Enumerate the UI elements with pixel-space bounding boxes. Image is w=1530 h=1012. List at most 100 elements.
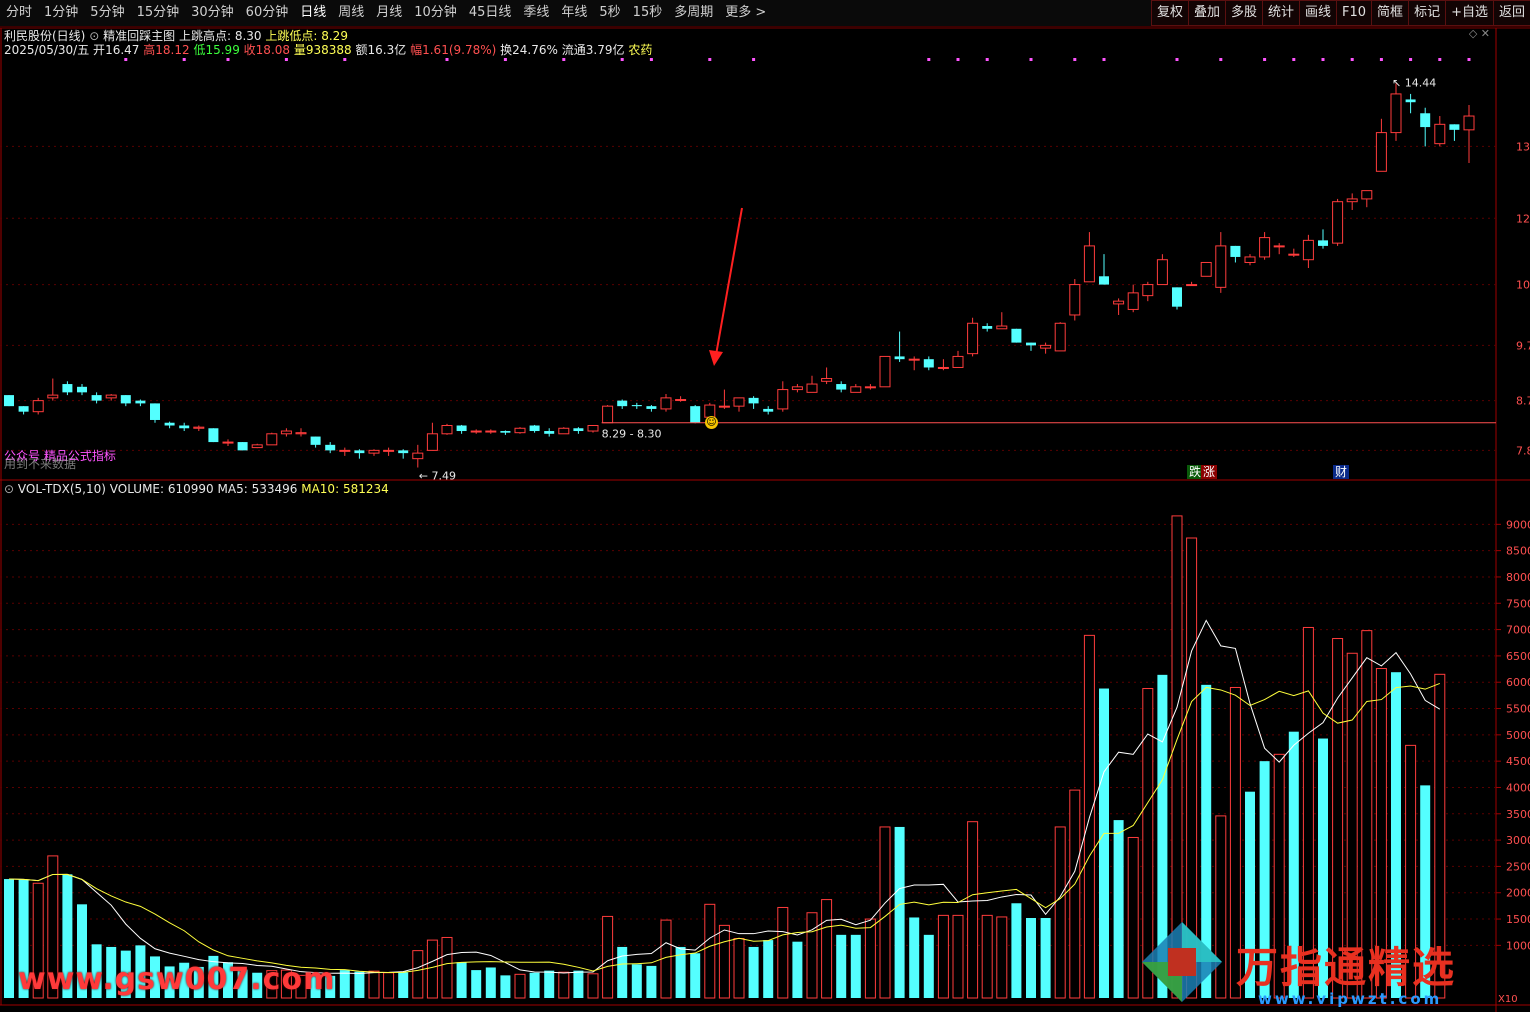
gap-range-label: 8.29 - 8.30 <box>602 428 662 441</box>
volume-bar-up <box>996 916 1008 999</box>
volume-bar-up <box>1054 826 1066 999</box>
candle-body-up <box>821 378 833 382</box>
candle-body-up <box>1083 245 1095 283</box>
volume-bar-up <box>704 903 716 999</box>
volume-toggle-icon[interactable]: ⊙ <box>4 482 14 496</box>
candle-body-up <box>266 433 278 446</box>
signal-dot <box>445 58 449 61</box>
volume-axis-label: 5000 <box>1506 729 1530 742</box>
candle-body-up <box>251 444 263 449</box>
candle-body-up <box>967 322 979 355</box>
volume-bar-down <box>339 970 350 998</box>
arrow-shaft <box>715 207 743 356</box>
candle-body-up <box>1434 123 1446 145</box>
volume-bar-down <box>617 946 628 998</box>
candle-body-up <box>485 430 497 433</box>
candle-body-down <box>91 395 102 401</box>
candle-body-up <box>791 386 803 391</box>
volume-bar-down <box>894 826 905 998</box>
candle-body-down <box>62 384 73 393</box>
signal-dot <box>752 58 756 61</box>
volume-bar-up <box>441 936 453 999</box>
signal-dot <box>1102 58 1106 61</box>
volume-axis-label: 3500 <box>1506 808 1530 821</box>
volume-bar-up <box>602 915 614 999</box>
badge-rise[interactable]: 涨 <box>1201 465 1218 479</box>
candle-body-down <box>310 436 321 445</box>
volume-bar-down <box>1113 820 1124 998</box>
candle-body-up <box>47 394 59 399</box>
volume-bar-up <box>514 973 526 999</box>
volume-bar-down <box>1040 918 1051 998</box>
volume-bar-up <box>718 924 730 999</box>
candle-body-up <box>514 427 526 434</box>
watermark-left: www.gsw007.com <box>18 962 336 997</box>
volume-bar-down <box>763 940 774 998</box>
kline-chart[interactable]: 13.3 12.0 10.8 9.7 8.7 7.8 9000 8500 8000 7500 700… <box>0 0 1530 1012</box>
candle-body-down <box>208 428 219 443</box>
volume-label-text: VOLUME: <box>109 482 165 496</box>
volume-bar-down <box>4 879 14 998</box>
candle-body-up <box>280 430 292 435</box>
candle-body-down <box>500 431 511 433</box>
signal-dot <box>708 58 712 61</box>
candle-body-up <box>295 432 307 435</box>
smiley-icon[interactable]: ☺ <box>705 416 718 429</box>
candle-body-up <box>412 452 424 460</box>
volume-bar-up <box>1069 789 1081 999</box>
volume-bar-down <box>631 964 642 998</box>
candle-body-down <box>354 450 365 454</box>
volume-axis-label: 5500 <box>1506 703 1530 716</box>
candle-body-down <box>150 403 160 420</box>
volume-bar-down <box>1099 688 1109 998</box>
volume-value-text: 610990 <box>167 482 214 496</box>
volume-axis-label: 3000 <box>1506 834 1530 847</box>
signal-dot <box>1321 58 1325 61</box>
candle-body-up <box>718 405 730 408</box>
volume-bar-down <box>646 965 657 998</box>
volume-bar-up <box>412 950 424 999</box>
candle-body-up <box>1288 253 1300 256</box>
candle-body-down <box>617 400 628 407</box>
candle-body-up <box>587 425 599 432</box>
candle-body-up <box>850 386 862 393</box>
candle-body-up <box>908 358 920 361</box>
candle-body-up <box>1259 237 1271 258</box>
candle-body-up <box>105 394 117 399</box>
volume-bar-down <box>471 970 482 998</box>
signal-dot <box>1467 58 1471 61</box>
volume-bar-up <box>952 914 964 999</box>
signal-dot <box>284 58 288 61</box>
watermark-url: www.vipwzt.com <box>1258 990 1443 1008</box>
signal-dot <box>1175 58 1179 61</box>
volume-bar-down <box>398 972 409 998</box>
candle-body-up <box>32 400 44 413</box>
price-axis-label: 10.8 <box>1516 279 1530 292</box>
candle-body-down <box>456 425 467 432</box>
volume-axis-label: 1500 <box>1506 913 1530 926</box>
candle-body-up <box>1361 190 1373 200</box>
volume-bar-up <box>806 912 818 999</box>
candle-body-up <box>1040 344 1052 349</box>
volume-axis-label: 4000 <box>1506 781 1530 794</box>
candle-body-up <box>1375 132 1387 172</box>
volume-panel-header: ⊙ VOL-TDX(5,10) VOLUME: 610990 MA5: 5334… <box>4 482 389 496</box>
volume-axis-label: 2000 <box>1506 887 1530 900</box>
volume-axis-label: 4500 <box>1506 755 1530 768</box>
signal-dot <box>124 58 128 61</box>
candle-body-up <box>1113 300 1125 305</box>
candle-body-up <box>1390 93 1402 134</box>
candle-body-down <box>763 408 774 412</box>
candle-body-up <box>383 449 395 452</box>
candle-body-up <box>1200 261 1212 277</box>
candle-body-down <box>120 395 131 404</box>
candle-body-down <box>135 400 146 404</box>
signal-dot <box>1292 58 1296 61</box>
badge-finance[interactable]: 财 <box>1333 465 1350 479</box>
signal-dot <box>182 58 186 61</box>
candle-body-up <box>1069 284 1081 316</box>
volume-axis-label: 7000 <box>1506 624 1530 637</box>
volume-title[interactable]: VOL-TDX(5,10) <box>18 482 106 496</box>
min-price-label: ← 7.49 <box>419 470 456 483</box>
signal-dot <box>1073 58 1077 61</box>
